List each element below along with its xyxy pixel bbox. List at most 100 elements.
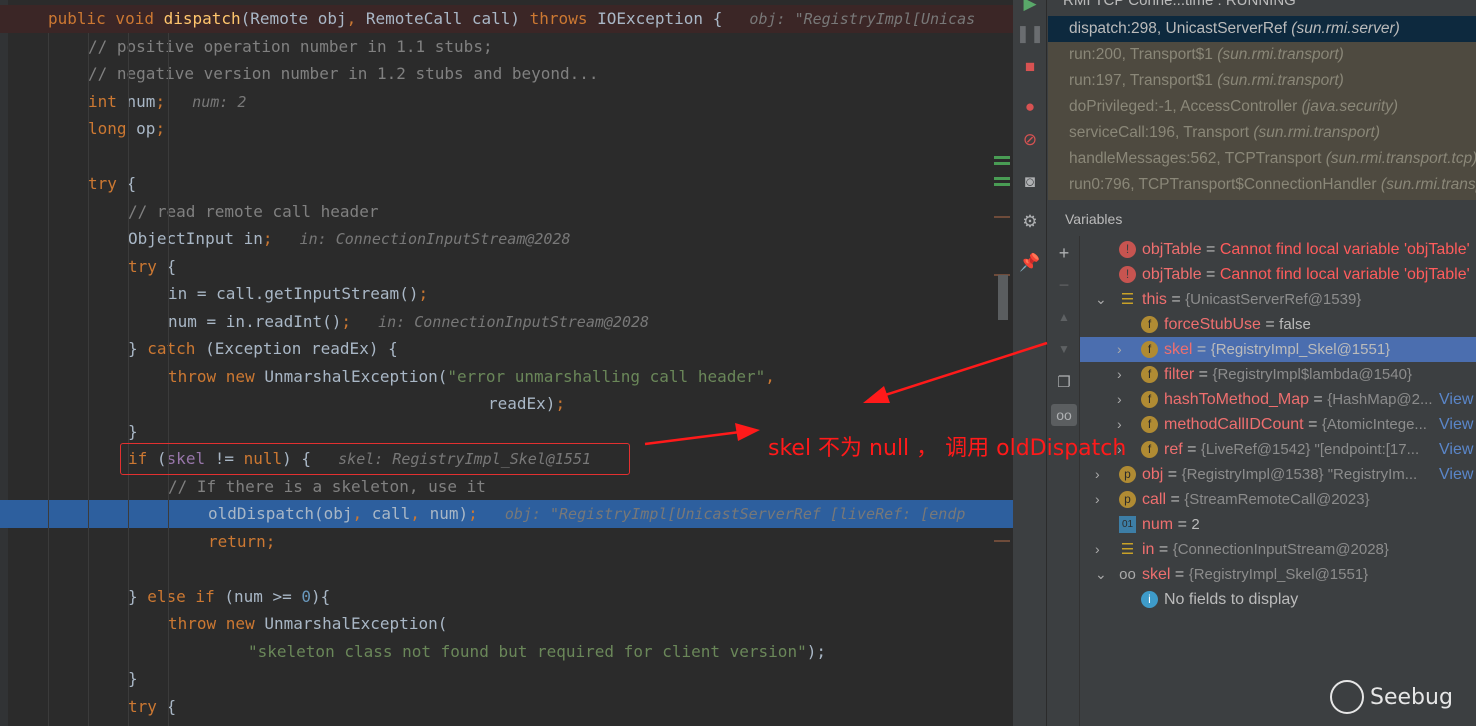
- code-token: num): [429, 504, 469, 523]
- variable-row[interactable]: › f filter = {RegistryImpl$lambda@1540}: [1080, 362, 1476, 387]
- variable-row[interactable]: ⌄ ☰ this = {UnicastServerRef@1539}: [1080, 287, 1476, 312]
- watches-glasses-icon[interactable]: oo: [1051, 404, 1077, 426]
- primitive-icon: 01: [1119, 516, 1136, 533]
- variable-row[interactable]: › p obj = {RegistryImpl@1538} "RegistryIm.…: [1080, 462, 1476, 487]
- add-watch-icon[interactable]: +: [1053, 242, 1075, 264]
- gear-icon[interactable]: ⚙: [1020, 212, 1040, 232]
- code-token: dispatch: [163, 9, 241, 28]
- view-breakpoints-icon[interactable]: ●: [1020, 97, 1040, 117]
- variable-text: num = 2: [1142, 512, 1200, 537]
- expand-chevron-icon[interactable]: ›: [1095, 462, 1100, 487]
- stack-frame[interactable]: dispatch:298, UnicastServerRef (sun.rmi.…: [1048, 16, 1476, 42]
- variable-text: ref = {LiveRef@1542} "[endpoint:[17...: [1164, 437, 1419, 462]
- expand-chevron-icon[interactable]: ›: [1117, 337, 1122, 362]
- variable-row[interactable]: › f hashToMethod_Map = {HashMap@2... View: [1080, 387, 1476, 412]
- frame-package: (sun.rmi.transport): [1253, 124, 1380, 141]
- variable-row[interactable]: ! objTable = Cannot find local variable '…: [1080, 262, 1476, 287]
- object-icon: ☰: [1120, 291, 1135, 308]
- variables-tree[interactable]: ! objTable = Cannot find local variable '…: [1080, 237, 1476, 612]
- camera-icon[interactable]: ◙: [1020, 172, 1040, 192]
- expand-chevron-icon[interactable]: ›: [1117, 437, 1122, 462]
- frame-method: run:200, Transport$1: [1069, 46, 1213, 63]
- code-line: try {: [0, 170, 1013, 198]
- view-link[interactable]: View: [1439, 387, 1473, 412]
- variable-name: hashToMethod_Map: [1164, 391, 1309, 408]
- code-token: IOException {: [597, 9, 723, 28]
- variable-row[interactable]: › ☰ in = {ConnectionInputStream@2028}: [1080, 537, 1476, 562]
- variable-row[interactable]: › f skel = {RegistryImpl_Skel@1551}: [1080, 337, 1476, 362]
- expand-chevron-icon[interactable]: ›: [1117, 412, 1122, 437]
- code-token: ObjectInput in: [128, 229, 263, 248]
- code-token: ;: [468, 504, 478, 523]
- code-token: readEx): [488, 394, 556, 413]
- variable-text: call = {StreamRemoteCall@2023}: [1142, 487, 1370, 512]
- indent-guide: [48, 33, 49, 726]
- view-link[interactable]: View: [1439, 437, 1473, 462]
- variable-row[interactable]: › f methodCallIDCount = {AtomicIntege... Vi…: [1080, 412, 1476, 437]
- code-token: throws: [529, 9, 598, 28]
- variable-row[interactable]: i No fields to display: [1080, 587, 1476, 612]
- code-token: int: [88, 91, 127, 111]
- code-line: public void dispatch(Remote obj, RemoteC…: [0, 5, 1013, 33]
- variable-row[interactable]: 01 num = 2: [1080, 512, 1476, 537]
- variable-row[interactable]: ! objTable = Cannot find local variable '…: [1080, 237, 1476, 262]
- code-editor[interactable]: public void dispatch(Remote obj, RemoteC…: [0, 0, 1013, 726]
- move-up-icon[interactable]: ▲: [1053, 306, 1075, 328]
- code-text: }: [128, 665, 138, 693]
- variable-row[interactable]: › p call = {StreamRemoteCall@2023}: [1080, 487, 1476, 512]
- info-icon: i: [1141, 591, 1158, 608]
- object-icon: ☰: [1120, 541, 1135, 558]
- code-token: try: [128, 256, 167, 276]
- equals-sign: =: [1260, 316, 1280, 333]
- code-token: oldDispatch(obj: [208, 504, 353, 523]
- expand-chevron-icon[interactable]: ›: [1117, 387, 1122, 412]
- frame-method: run0:796, TCPTransport$ConnectionHandler: [1069, 176, 1377, 193]
- stop-icon[interactable]: ■: [1020, 57, 1040, 77]
- code-line: if (skel != null) { skel: RegistryImpl_S…: [0, 445, 1013, 473]
- variable-value: {ConnectionInputStream@2028}: [1172, 541, 1389, 558]
- frame-method: doPrivileged:-1, AccessController: [1069, 98, 1298, 115]
- code-token: ;: [418, 284, 429, 303]
- stack-frame[interactable]: doPrivileged:-1, AccessController (java.…: [1048, 94, 1476, 120]
- expand-chevron-icon[interactable]: ›: [1117, 362, 1122, 387]
- field-icon: f: [1141, 366, 1158, 383]
- frames-list[interactable]: dispatch:298, UnicastServerRef (sun.rmi.…: [1048, 16, 1476, 200]
- code-token: (Exception readEx) {: [205, 339, 398, 358]
- code-token: // read remote call header: [128, 201, 379, 221]
- variable-name: call: [1142, 491, 1167, 508]
- stack-frame[interactable]: run:200, Transport$1 (sun.rmi.transport): [1048, 42, 1476, 68]
- inline-debug-value: skel: RegistryImpl_Skel@1551: [311, 450, 592, 468]
- code-token: // If there is a skeleton, use it: [168, 476, 486, 496]
- remove-watch-icon[interactable]: −: [1053, 274, 1075, 296]
- code-token: // positive operation number in 1.1 stub…: [88, 36, 493, 56]
- pause-icon[interactable]: ❚❚: [1016, 24, 1045, 44]
- stack-frame[interactable]: run0:796, TCPTransport$ConnectionHandler…: [1048, 172, 1476, 198]
- expand-chevron-icon[interactable]: ›: [1095, 487, 1100, 512]
- frame-package: (sun.rmi.transport): [1217, 46, 1344, 63]
- mute-breakpoints-icon[interactable]: ⊘: [1020, 130, 1040, 150]
- equals-sign: =: [1166, 491, 1185, 508]
- equals-sign: =: [1163, 466, 1182, 483]
- stack-frame[interactable]: run:197, Transport$1 (sun.rmi.transport): [1048, 68, 1476, 94]
- copy-icon[interactable]: ❐: [1053, 372, 1075, 394]
- frame-package: (sun.rmi.transport.tcp): [1380, 176, 1476, 193]
- view-link[interactable]: View: [1439, 462, 1473, 487]
- collapse-chevron-icon[interactable]: ⌄: [1095, 287, 1107, 312]
- view-link[interactable]: View: [1439, 412, 1473, 437]
- code-text: oldDispatch(obj, call, num); obj: "Regis…: [208, 500, 965, 529]
- code-text: // read remote call header: [128, 198, 378, 226]
- resume-icon[interactable]: ▶: [1020, 0, 1040, 14]
- variable-row[interactable]: › f ref = {LiveRef@1542} "[endpoint:[17...…: [1080, 437, 1476, 462]
- move-down-icon[interactable]: ▼: [1053, 338, 1075, 360]
- variable-row[interactable]: ⌄ oo skel = {RegistryImpl_Skel@1551}: [1080, 562, 1476, 587]
- error-icon: !: [1119, 266, 1136, 283]
- stack-frame[interactable]: serviceCall:196, Transport (sun.rmi.tran…: [1048, 120, 1476, 146]
- pin-icon[interactable]: 📌: [1019, 253, 1040, 273]
- inline-debug-value: in: ConnectionInputStream@2028: [272, 230, 571, 248]
- collapse-chevron-icon[interactable]: ⌄: [1095, 562, 1107, 587]
- code-line: }: [0, 665, 1013, 693]
- code-token: "skeleton class not found but required f…: [248, 641, 807, 661]
- expand-chevron-icon[interactable]: ›: [1095, 537, 1100, 562]
- variable-row[interactable]: f forceStubUse = false: [1080, 312, 1476, 337]
- stack-frame[interactable]: handleMessages:562, TCPTransport (sun.rm…: [1048, 146, 1476, 172]
